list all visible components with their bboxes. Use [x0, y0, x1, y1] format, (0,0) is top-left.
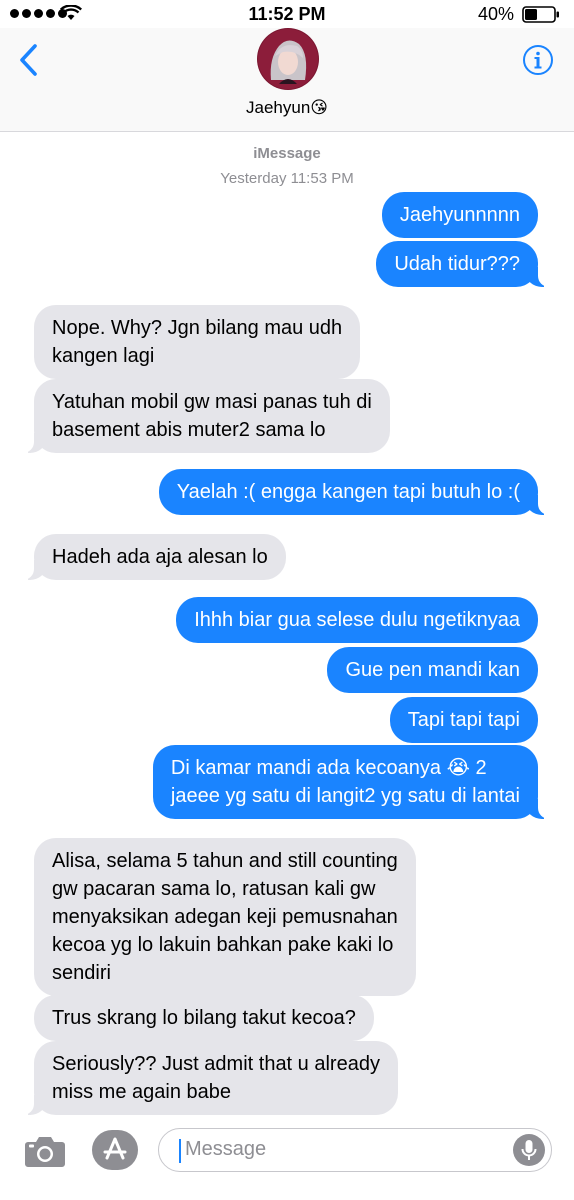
message-line: kangen lagi [52, 345, 155, 367]
message-timestamp: Yesterday 11:53 PM [220, 170, 354, 187]
received-message-bubble[interactable]: Hadeh ada aja alesan lo [12, 534, 286, 580]
sent-message-bubble[interactable]: Gue pen mandi kan [327, 647, 538, 693]
message-text: Udah tidur??? [394, 253, 520, 275]
message-line: Yatuhan mobil gw masi panas tuh di [52, 391, 372, 413]
message-line: kecoa yg lo lakuin bahkan pake kaki lo [52, 934, 394, 956]
contact-avatar[interactable] [257, 28, 319, 90]
message-text: Jaehyunnnnn [399, 204, 520, 226]
sent-message-bubble[interactable]: Di kamar mandi ada kecoanya 😭 2 jaeee yg… [152, 745, 561, 819]
message-input[interactable]: Message [158, 1128, 552, 1172]
message-line: menyaksikan adegan keji pemusnahan [52, 906, 398, 928]
info-icon[interactable] [522, 44, 554, 76]
sent-message-bubble[interactable]: Jaehyunnnnn [381, 192, 538, 238]
message-line: miss me again babe [52, 1081, 231, 1103]
received-message-bubble[interactable]: Seriously?? Just admit that u already mi… [12, 1041, 398, 1115]
message-text: Trus skrang lo bilang takut kecoa? [52, 1007, 356, 1029]
sent-message-bubble[interactable]: Tapi tapi tapi [389, 697, 538, 743]
message-line: basement abis muter2 sama lo [52, 419, 326, 441]
message-text: Yaelah :( engga kangen tapi butuh lo :( [176, 481, 520, 503]
sent-message-bubble[interactable]: Udah tidur??? [376, 241, 560, 287]
message-line: sendiri [52, 962, 111, 984]
received-message-bubble[interactable]: Nope. Why? Jgn bilang mau udh kangen lag… [34, 305, 361, 379]
message-line: jaeee yg satu di langit2 yg satu di lant… [170, 785, 520, 807]
message-text: Hadeh ada aja alesan lo [52, 546, 268, 568]
compose-bar: Message [0, 1118, 574, 1200]
sent-message-bubble[interactable]: Yaelah :( engga kangen tapi butuh lo :( [158, 469, 561, 515]
sent-message-bubble[interactable]: Ihhh biar gua selese dulu ngetiknyaa [176, 597, 538, 643]
app-store-icon[interactable] [92, 1130, 138, 1170]
service-label: iMessage [253, 145, 321, 162]
message-line: Di kamar mandi ada kecoanya 😭 2 [170, 757, 487, 779]
received-message-bubble[interactable]: Yatuhan mobil gw masi panas tuh di basem… [12, 379, 390, 453]
camera-icon[interactable] [24, 1134, 66, 1168]
message-placeholder: Message [185, 1138, 267, 1160]
text-caret [179, 1139, 181, 1163]
message-line: Alisa, selama 5 tahun and still counting [52, 850, 398, 872]
received-message-bubble[interactable]: Trus skrang lo bilang takut kecoa? [34, 995, 374, 1041]
message-text: Tapi tapi tapi [407, 709, 520, 731]
message-line: Seriously?? Just admit that u already [52, 1053, 380, 1075]
status-bar: 11:52 PM 40% [0, 0, 574, 28]
message-text: Gue pen mandi kan [345, 659, 520, 681]
message-text: Ihhh biar gua selese dulu ngetiknyaa [194, 609, 520, 631]
battery-percentage: 40% [477, 4, 514, 24]
conversation-header: Jaehyun😘 [0, 28, 574, 132]
contact-name[interactable]: Jaehyun😘 [0, 98, 574, 118]
microphone-icon[interactable] [513, 1134, 545, 1166]
message-line: gw pacaran sama lo, ratusan kali gw [52, 878, 376, 900]
chevron-left-icon[interactable] [14, 42, 44, 78]
battery-icon [522, 6, 559, 23]
message-line: Nope. Why? Jgn bilang mau udh [52, 317, 343, 339]
received-message-bubble[interactable]: Alisa, selama 5 tahun and still counting… [34, 838, 416, 996]
